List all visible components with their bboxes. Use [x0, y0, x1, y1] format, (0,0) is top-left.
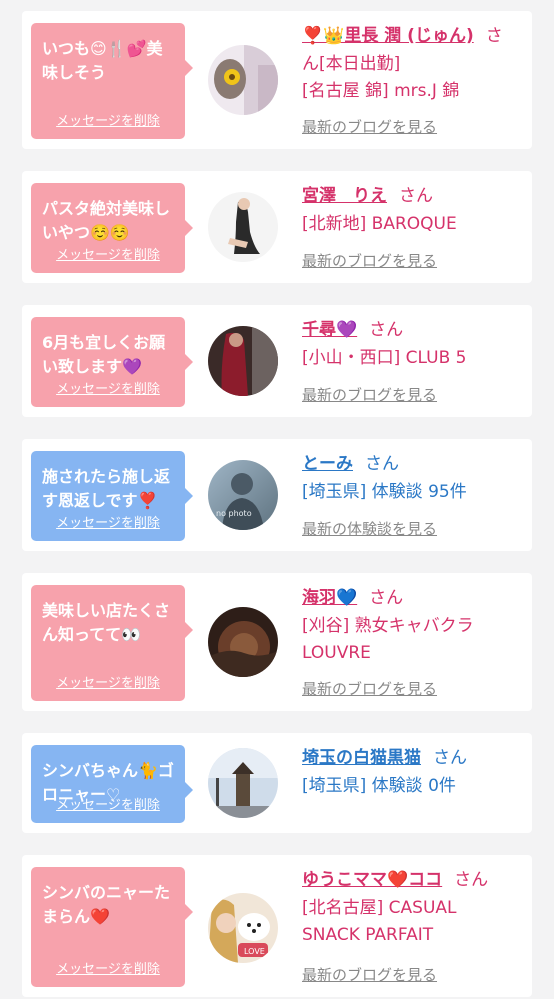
avatar[interactable]: [208, 192, 278, 262]
cast-info: ❣️👑里長 潤 (じゅん) さ ん[本日出勤] [名古屋 錦] mrs.J 錦: [302, 25, 526, 105]
message-bubble: 施されたら施し返 す恩返しです❣️ メッセージを削除: [31, 451, 193, 541]
message-card: パスタ絶対美味し いやつ☺️☺️ メッセージを削除 宮澤 りえ さん [北新地] …: [22, 171, 532, 283]
avatar[interactable]: LOVE: [208, 893, 278, 963]
honorific: さん: [369, 588, 404, 608]
delete-message-link[interactable]: メッセージを削除: [31, 958, 185, 977]
latest-blog-link[interactable]: 最新のブログを見る: [302, 116, 437, 137]
avatar[interactable]: [208, 326, 278, 396]
cast-name-link[interactable]: ❣️👑里長 潤 (じゅん): [302, 26, 474, 46]
honorific: さん: [433, 748, 467, 768]
cast-info: 海羽💙 さん [刈谷] 熟女キャバクラ LOUVRE: [302, 587, 526, 667]
message-card: 美味しい店たくさ ん知ってて👀 メッセージを削除 海羽💙 さん [刈谷] 熟女キャ…: [22, 573, 532, 711]
cast-name-link[interactable]: ゆうこママ❤️ココ: [302, 870, 442, 890]
shop-info: [北名古屋] CASUAL SNACK PARFAIT: [302, 898, 457, 945]
cast-info: 千尋💜 さん [小山・西口] CLUB 5: [302, 319, 526, 372]
cast-info: 宮澤 りえ さん [北新地] BAROQUE: [302, 185, 526, 238]
customer-info: とーみ さん [埼玉県] 体験談 95件: [302, 453, 526, 506]
avatar[interactable]: [208, 748, 278, 818]
message-bubble: いつも😊🍴💕美 味しそう メッセージを削除: [31, 23, 193, 139]
message-card: シンバのニャーた まらん❤️ メッセージを削除 LOVE ゆうこママ❤️ココ さん…: [22, 855, 532, 997]
message-bubble: シンバのニャーた まらん❤️ メッセージを削除: [31, 867, 193, 987]
shop-info: [刈谷] 熟女キャバクラ LOUVRE: [302, 616, 474, 663]
customer-name-link[interactable]: とーみ: [302, 454, 353, 474]
message-card: 施されたら施し返 す恩返しです❣️ メッセージを削除 no photo とーみさ…: [22, 439, 532, 551]
message-card: シンバちゃん🐈ゴ ロニャー♡ メッセージを削除 埼玉の白猫黒猫 さん [埼玉県] …: [22, 733, 532, 833]
message-bubble: パスタ絶対美味し いやつ☺️☺️ メッセージを削除: [31, 183, 193, 273]
delete-message-link[interactable]: メッセージを削除: [31, 672, 185, 691]
customer-name-link[interactable]: 埼玉の白猫黒猫: [302, 748, 421, 768]
shop-info: ん[本日出勤] [名古屋 錦] mrs.J 錦: [302, 54, 460, 101]
latest-blog-link[interactable]: 最新のブログを見る: [302, 384, 437, 405]
avatar[interactable]: [208, 607, 278, 677]
review-info: [埼玉県] 体験談 95件: [302, 482, 467, 502]
message-text: 施されたら施し返 す恩返しです❣️: [42, 467, 171, 510]
message-bubble: シンバちゃん🐈ゴ ロニャー♡ メッセージを削除: [31, 745, 193, 823]
delete-message-link[interactable]: メッセージを削除: [31, 794, 185, 813]
no-photo-label: no photo: [216, 509, 252, 518]
shop-info: [北新地] BAROQUE: [302, 214, 457, 234]
latest-blog-link[interactable]: 最新のブログを見る: [302, 250, 437, 271]
message-card: 6月も宜しくお願 い致します💜 メッセージを削除 千尋💜 さん [小山・西口] C…: [22, 305, 532, 417]
latest-blog-link[interactable]: 最新のブログを見る: [302, 678, 437, 699]
review-info: [埼玉県] 体験談 0件: [302, 776, 456, 796]
message-text: パスタ絶対美味し いやつ☺️☺️: [42, 199, 171, 242]
message-bubble: 6月も宜しくお願 い致します💜 メッセージを削除: [31, 317, 193, 407]
avatar-no-photo[interactable]: no photo: [208, 460, 278, 530]
delete-message-link[interactable]: メッセージを削除: [31, 378, 185, 397]
delete-message-link[interactable]: メッセージを削除: [31, 512, 185, 531]
cast-name-link[interactable]: 宮澤 りえ: [302, 186, 387, 206]
honorific: さん: [369, 320, 404, 340]
honorific: さ: [485, 26, 503, 46]
message-card: いつも😊🍴💕美 味しそう メッセージを削除 ❣️👑里長 潤 (じゅん) さ ん[本…: [22, 11, 532, 149]
message-text: 美味しい店たくさ ん知ってて👀: [42, 601, 171, 644]
message-list: いつも😊🍴💕美 味しそう メッセージを削除 ❣️👑里長 潤 (じゅん) さ ん[本…: [0, 0, 554, 999]
love-badge-text: LOVE: [244, 947, 265, 956]
honorific: さん: [399, 186, 433, 206]
delete-message-link[interactable]: メッセージを削除: [31, 110, 185, 129]
honorific: さん: [365, 454, 399, 474]
customer-info: 埼玉の白猫黒猫 さん [埼玉県] 体験談 0件: [302, 747, 526, 800]
latest-blog-link[interactable]: 最新のブログを見る: [302, 964, 437, 985]
cast-info: ゆうこママ❤️ココ さん [北名古屋] CASUAL SNACK PARFAIT: [302, 869, 526, 949]
message-bubble: 美味しい店たくさ ん知ってて👀 メッセージを削除: [31, 585, 193, 701]
avatar[interactable]: [208, 45, 278, 115]
message-text: いつも😊🍴💕美 味しそう: [42, 39, 163, 82]
cast-name-link[interactable]: 海羽💙: [302, 588, 357, 608]
message-text: 6月も宜しくお願 い致します💜: [42, 333, 166, 376]
shop-info: [小山・西口] CLUB 5: [302, 348, 467, 368]
delete-message-link[interactable]: メッセージを削除: [31, 244, 185, 263]
latest-review-link[interactable]: 最新の体験談を見る: [302, 518, 437, 539]
message-text: シンバのニャーた まらん❤️: [42, 883, 171, 926]
honorific: さん: [454, 870, 489, 890]
cast-name-link[interactable]: 千尋💜: [302, 320, 357, 340]
